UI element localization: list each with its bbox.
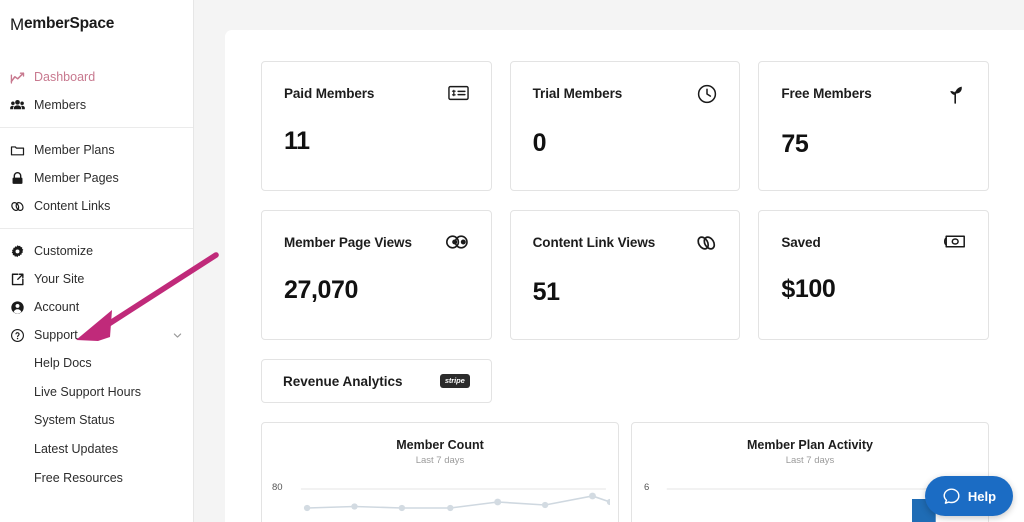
sidebar-item-label: Dashboard [34, 70, 96, 84]
stat-card-grid: Paid Members 11 Trial Members 0 Free Mem… [261, 61, 989, 340]
sidebar-item-support[interactable]: Support [0, 321, 193, 349]
help-widget-button[interactable]: Help [925, 476, 1013, 516]
stat-card-free-members[interactable]: Free Members 75 [758, 61, 989, 191]
eyes-icon [445, 233, 469, 251]
sidebar-item-customize[interactable]: Customize [0, 237, 193, 265]
sidebar-item-label: Account [34, 300, 80, 314]
stat-card-paid-members[interactable]: Paid Members 11 [261, 61, 492, 191]
banknote-icon [944, 233, 966, 250]
nav-divider-2 [0, 228, 193, 229]
chat-bubble-icon [942, 487, 961, 506]
stat-card-value: $100 [781, 275, 836, 303]
sprout-icon [946, 84, 966, 105]
external-link-icon [10, 272, 25, 287]
line-chart-svg [300, 488, 610, 512]
chart-line-icon [10, 70, 25, 85]
dashboard-panel: Paid Members 11 Trial Members 0 Free Mem… [225, 30, 1024, 522]
stat-card-header: Saved [781, 235, 966, 250]
stat-card-title: Trial Members [532, 86, 623, 101]
chevron-down-icon[interactable] [172, 330, 183, 341]
chain-link-icon [695, 233, 717, 253]
chart-title: Member Plan Activity [747, 438, 873, 452]
nav-group-primary: Dashboard Members [0, 63, 193, 119]
sidebar-item-account[interactable]: Account [0, 293, 193, 321]
chart-subtitle: Last 7 days [415, 455, 465, 466]
stat-card-trial-members[interactable]: Trial Members 0 [509, 61, 741, 191]
chart-plot-line: 80 [270, 475, 610, 522]
sidebar-subitem-free-resources[interactable]: Free Resources [0, 463, 193, 492]
sidebar-item-member-pages[interactable]: Member Pages [0, 164, 193, 192]
stripe-logo-icon: stripe [439, 374, 470, 388]
main-content: Paid Members 11 Trial Members 0 Free Mem… [194, 0, 1024, 522]
sidebar: MemberSpace Dashboard Members Member Pla… [0, 0, 194, 522]
stat-card-title: Content Link Views [532, 235, 656, 250]
revenue-analytics-title: Revenue Analytics [283, 373, 403, 389]
stat-card-title: Paid Members [284, 86, 375, 101]
invoice-dollar-icon [447, 84, 469, 102]
brand-name: emberSpace [23, 15, 115, 32]
sidebar-item-label: Content Links [34, 199, 111, 213]
stat-card-value: 27,070 [284, 276, 359, 304]
sidebar-item-label: Customize [34, 244, 94, 258]
stat-card-value: 11 [284, 127, 310, 155]
stat-card-value: 51 [532, 278, 560, 306]
folder-icon [10, 143, 25, 158]
chart-subtitle: Last 7 days [785, 455, 835, 466]
brand-mark: M [10, 14, 24, 34]
sidebar-item-label: Your Site [34, 272, 85, 286]
sidebar-subitem-system-status[interactable]: System Status [0, 406, 193, 435]
stat-card-member-page-views[interactable]: Member Page Views 27,070 [261, 210, 492, 340]
chart-bars [912, 499, 936, 522]
nav-divider-1 [0, 127, 193, 128]
stat-card-header: Content Link Views [533, 235, 718, 253]
question-circle-icon [10, 328, 25, 343]
sidebar-item-your-site[interactable]: Your Site [0, 265, 193, 293]
chart-row: Member Count Last 7 days 80 Member Plan … [261, 422, 989, 522]
user-circle-icon [10, 300, 25, 315]
sidebar-item-members[interactable]: Members [0, 91, 193, 119]
stat-card-header: Member Page Views [284, 235, 469, 251]
sidebar-subitem-live-support-hours[interactable]: Live Support Hours [0, 378, 193, 407]
link-icon [10, 199, 25, 214]
gear-icon [10, 244, 25, 259]
sidebar-item-content-links[interactable]: Content Links [0, 192, 193, 220]
nav-group-settings: Customize Your Site Account Support [0, 237, 193, 349]
help-widget-label: Help [967, 488, 997, 504]
stat-card-title: Free Members [781, 86, 872, 101]
lock-icon [10, 171, 25, 186]
sidebar-item-label: Support [34, 328, 78, 342]
sidebar-item-member-plans[interactable]: Member Plans [0, 136, 193, 164]
dashboard-app: MemberSpace Dashboard Members Member Pla… [0, 0, 1024, 522]
chart-ytick-label: 80 [272, 482, 283, 493]
stat-card-value: 75 [781, 130, 809, 158]
sidebar-item-label: Member Pages [34, 171, 119, 185]
revenue-analytics-card[interactable]: Revenue Analytics stripe [261, 359, 492, 403]
brand-logo[interactable]: MemberSpace [0, 0, 193, 48]
stat-card-header: Trial Members [532, 84, 718, 104]
chart-title: Member Count [396, 438, 484, 452]
nav-group-support-submenu: Help Docs Live Support Hours System Stat… [0, 349, 193, 492]
stat-card-saved[interactable]: Saved $100 [758, 210, 989, 340]
stat-card-header: Paid Members [284, 84, 469, 102]
clock-icon [697, 84, 717, 104]
sidebar-subitem-help-docs[interactable]: Help Docs [0, 349, 193, 378]
stat-card-header: Free Members [781, 86, 966, 105]
stat-card-content-link-views[interactable]: Content Link Views 51 [509, 210, 741, 340]
stat-card-value: 0 [532, 129, 547, 157]
nav-group-content: Member Plans Member Pages Content Links [0, 136, 193, 220]
sidebar-item-label: Member Plans [34, 143, 115, 157]
people-icon [10, 98, 25, 113]
sidebar-item-label: Members [34, 98, 87, 112]
stat-card-title: Saved [781, 235, 821, 250]
sidebar-subitem-latest-updates[interactable]: Latest Updates [0, 435, 193, 464]
stat-card-title: Member Page Views [284, 235, 412, 250]
sidebar-item-dashboard[interactable]: Dashboard [0, 63, 193, 91]
chart-ytick-label: 6 [644, 482, 650, 493]
chart-card-member-count[interactable]: Member Count Last 7 days 80 [261, 422, 619, 522]
nav-top-spacer [0, 48, 193, 63]
